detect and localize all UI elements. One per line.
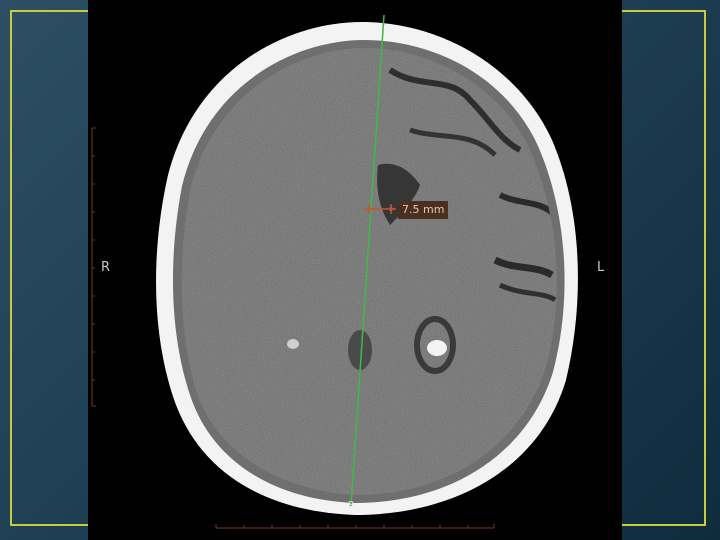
vertical-ruler: [91, 127, 96, 407]
measurement-label: 7.5 mm: [398, 201, 449, 219]
horizontal-ruler: [215, 524, 495, 529]
left-side-label: L: [597, 260, 605, 275]
posterior-marker: P: [348, 500, 355, 511]
right-side-label: R: [101, 260, 111, 275]
